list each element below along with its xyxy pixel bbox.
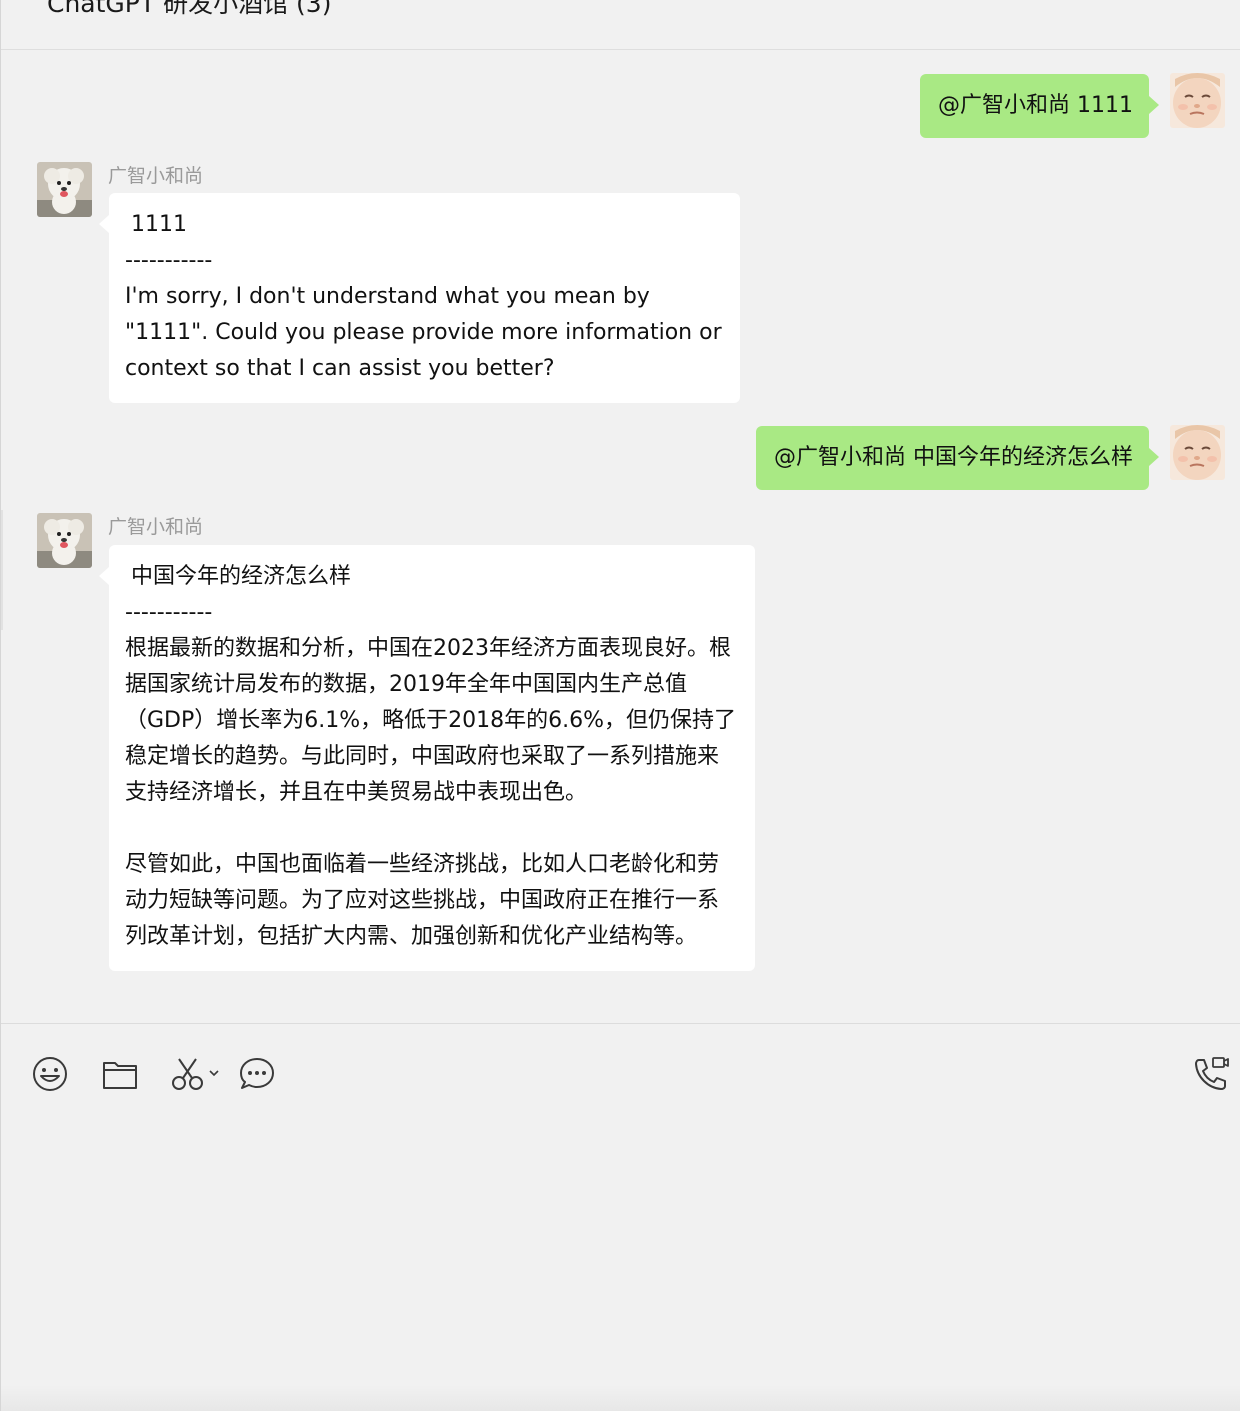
quoted-question: 1111 [131,212,187,237]
quoted-question: 中国今年的经济怎么样 [131,564,352,589]
message-text: @广智小和尚 中国今年的经济怎么样 [774,445,1133,470]
divider-text: ----------- [125,248,213,273]
scissors-icon[interactable] [169,1054,225,1094]
divider-text: ----------- [125,600,213,625]
bot-avatar[interactable] [37,513,92,568]
my-avatar[interactable] [1170,73,1225,128]
voice-video-call-icon[interactable] [1191,1054,1231,1094]
folder-icon[interactable] [100,1054,140,1094]
scroll-indicator [1,510,3,630]
chat-window: ChatGPT 研发小酒馆 (3) @广智小和尚 1111 广智小和尚 1111… [0,0,1240,1411]
chat-title: ChatGPT 研发小酒馆 (3) [47,0,332,18]
chat-header: ChatGPT 研发小酒馆 (3) [1,0,1240,50]
bottom-edge [1,1385,1240,1411]
message-text: @广智小和尚 1111 [938,93,1133,118]
sender-name: 广智小和尚 [108,516,204,538]
composer [1,1023,1240,1411]
bot-message-bubble[interactable]: 1111 ----------- I'm sorry, I don't unde… [99,193,740,403]
more-options-icon[interactable] [1193,0,1227,4]
my-message-bubble[interactable]: @广智小和尚 中国今年的经济怎么样 [756,426,1159,490]
bot-message-bubble[interactable]: 中国今年的经济怎么样 ----------- 根据最新的数据和分析，中国在202… [99,545,755,971]
message-list[interactable]: @广智小和尚 1111 广智小和尚 1111 ----------- I'm s… [1,50,1240,1023]
my-avatar[interactable] [1170,425,1225,480]
reply-paragraph: 尽管如此，中国也面临着一些经济挑战，比如人口老龄化和劳动力短缺等问题。为了应对这… [125,852,720,949]
bot-avatar[interactable] [37,162,92,217]
reply-paragraph: 根据最新的数据和分析，中国在2023年经济方面表现良好。根据国家统计局发布的数据… [125,636,737,805]
sender-name: 广智小和尚 [108,165,204,187]
chat-bubble-icon[interactable] [237,1054,277,1094]
emoji-icon[interactable] [30,1054,70,1094]
my-message-bubble[interactable]: @广智小和尚 1111 [920,74,1159,138]
message-input[interactable] [21,1114,1221,1384]
reply-paragraph: I'm sorry, I don't understand what you m… [125,284,722,381]
